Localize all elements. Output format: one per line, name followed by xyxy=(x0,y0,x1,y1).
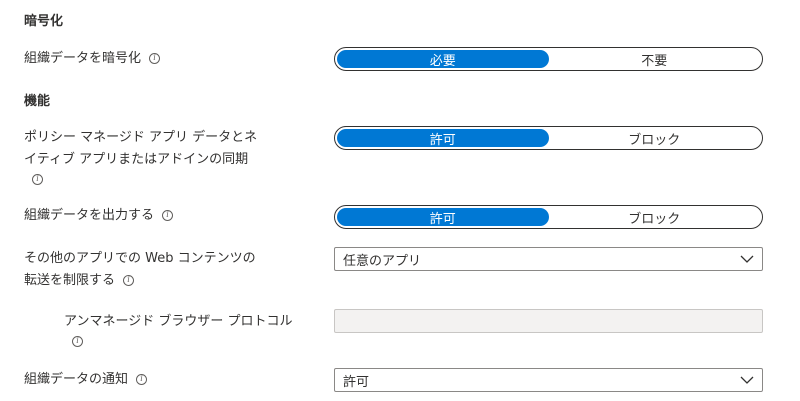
info-icon[interactable]: i xyxy=(32,174,43,185)
save-output-label: 組織データを出力する i xyxy=(24,205,304,227)
info-icon[interactable]: i xyxy=(149,53,161,64)
policy-sync-allow-option[interactable]: 許可 xyxy=(337,129,549,148)
save-output-label-text: 組織データを出力する xyxy=(24,208,155,223)
encrypt-org-data-label-text: 組織データを暗号化 xyxy=(24,51,142,66)
info-icon[interactable]: i xyxy=(136,374,148,385)
info-icon[interactable]: i xyxy=(123,275,135,286)
encrypt-required-option[interactable]: 必要 xyxy=(337,50,549,69)
policy-sync-label: ポリシー マネージド アプリ データとネ イティブ アプリまたはアドインの同期 … xyxy=(24,127,304,187)
policy-sync-label-line2: イティブ アプリまたはアドインの同期 xyxy=(24,152,249,167)
policy-sync-label-line1: ポリシー マネージド アプリ データとネ xyxy=(24,130,258,145)
org-notification-label-text: 組織データの通知 xyxy=(24,372,129,387)
policy-sync-block-option[interactable]: ブロック xyxy=(549,129,761,148)
web-transfer-value: 任意のアプリ xyxy=(343,253,422,269)
unmanaged-browser-label: アンマネージド ブラウザー プロトコル i xyxy=(64,311,344,349)
web-transfer-label-line1: その他のアプリでの Web コンテンツの xyxy=(24,251,256,266)
org-notification-dropdown[interactable]: 許可 xyxy=(334,368,763,392)
encrypt-org-data-label: 組織データを暗号化 i xyxy=(24,48,304,70)
web-transfer-dropdown[interactable]: 任意のアプリ xyxy=(334,247,763,271)
encrypt-org-data-toggle: 必要 不要 xyxy=(334,47,763,71)
info-icon[interactable]: i xyxy=(162,210,174,221)
info-icon[interactable]: i xyxy=(72,336,83,347)
save-output-block-option[interactable]: ブロック xyxy=(549,208,761,227)
org-notification-label: 組織データの通知 i xyxy=(24,369,304,391)
section-title-function: 機能 xyxy=(24,94,51,109)
chevron-down-icon xyxy=(740,255,754,263)
section-title-encryption: 暗号化 xyxy=(24,14,64,29)
web-transfer-label-line2: 転送を制限する xyxy=(24,273,116,288)
encrypt-not-required-option[interactable]: 不要 xyxy=(549,50,761,69)
policy-sync-toggle: 許可 ブロック xyxy=(334,126,763,150)
save-output-allow-option[interactable]: 許可 xyxy=(337,208,549,227)
unmanaged-browser-input[interactable] xyxy=(334,309,763,333)
org-notification-value: 許可 xyxy=(343,374,370,390)
unmanaged-browser-label-text: アンマネージド ブラウザー プロトコル xyxy=(64,314,293,329)
web-transfer-label: その他のアプリでの Web コンテンツの 転送を制限する i xyxy=(24,248,304,292)
chevron-down-icon xyxy=(740,376,754,384)
save-output-toggle: 許可 ブロック xyxy=(334,205,763,229)
